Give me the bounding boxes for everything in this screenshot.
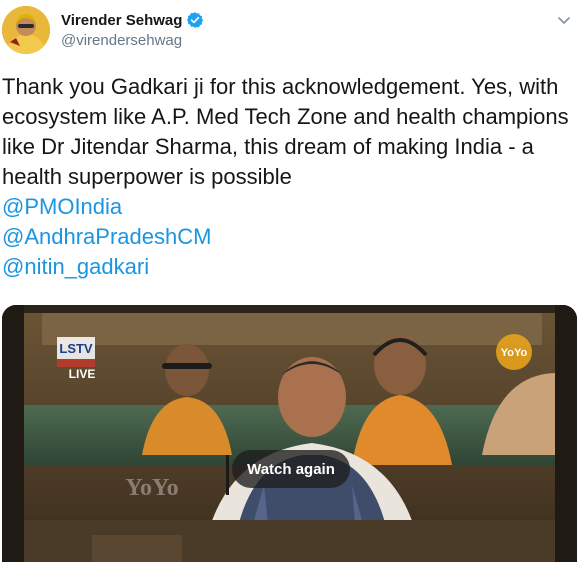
author-display-name[interactable]: Virender Sehwag [61, 12, 182, 29]
author-name-row[interactable]: Virender Sehwag [61, 11, 204, 29]
live-label: LIVE [69, 367, 96, 381]
avatar-photo-icon [2, 6, 50, 54]
overlay-logo-text: YoYo [501, 347, 528, 359]
author-handle[interactable]: @virendersehwag [61, 32, 182, 49]
verified-badge-icon [187, 12, 204, 28]
mention-link[interactable]: @PMOIndia [2, 192, 578, 222]
video-frame: LSTV LIVE YoYo YoYo [2, 305, 577, 562]
mention-link[interactable]: @nitin_gadkari [2, 252, 578, 282]
video-player[interactable]: LSTV LIVE YoYo YoYo [2, 305, 577, 562]
tweet-body: Thank you Gadkari ji for this acknowledg… [2, 74, 569, 189]
mention-link[interactable]: @AndhraPradeshCM [2, 222, 578, 252]
watermark-text: YoYo [125, 475, 178, 501]
watch-again-button[interactable]: Watch again [232, 450, 350, 488]
tweet-text: Thank you Gadkari ji for this acknowledg… [2, 72, 578, 282]
channel-logo-text: LSTV [59, 341, 93, 356]
chevron-down-icon[interactable] [556, 12, 572, 28]
avatar[interactable] [2, 6, 50, 54]
